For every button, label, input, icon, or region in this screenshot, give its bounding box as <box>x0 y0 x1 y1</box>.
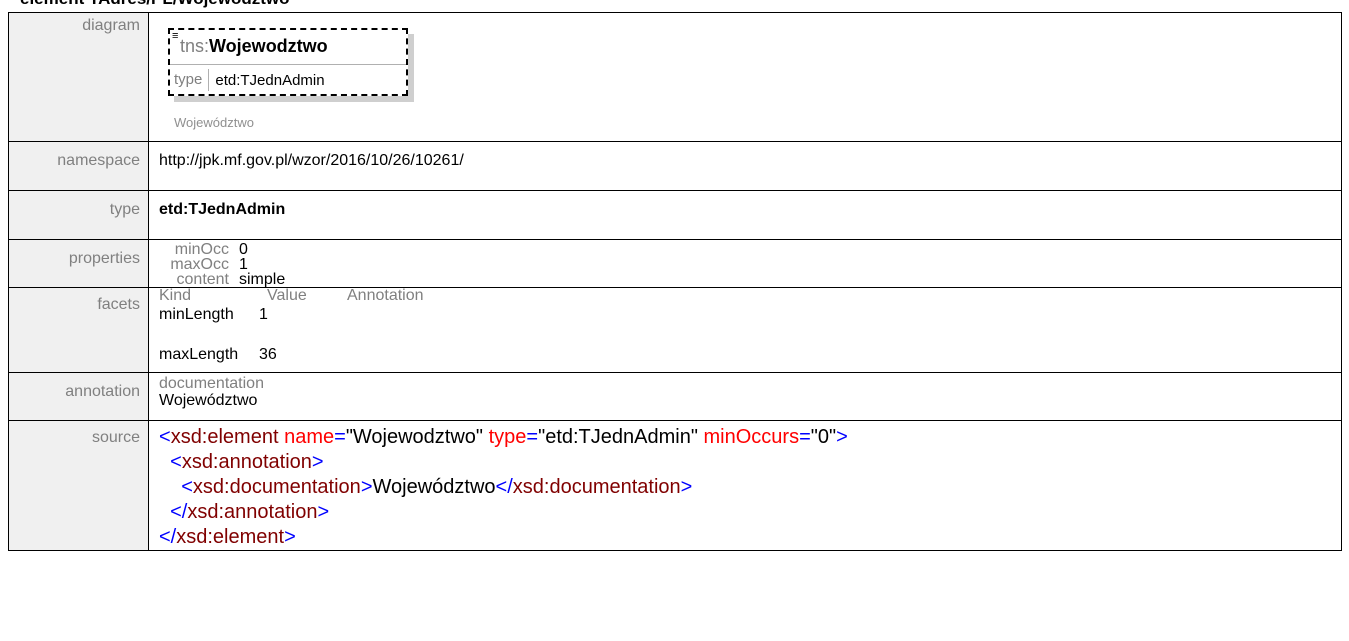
src-bracket: < <box>159 426 171 448</box>
src-tag: xsd:documentation <box>192 476 361 498</box>
property-value: 0 <box>239 241 248 258</box>
namespace-row: namespace http://jpk.mf.gov.pl/wzor/2016… <box>8 141 1342 191</box>
property-key: minOcc <box>174 241 229 258</box>
facet-value: 36 <box>259 346 277 363</box>
src-tag: xsd:element <box>176 526 285 548</box>
src-tag: xsd:annotation <box>187 501 318 523</box>
facets-header-kind: Kind <box>159 287 192 304</box>
property-value: 1 <box>239 256 248 273</box>
namespace-label: namespace <box>8 141 149 191</box>
annotation-label: annotation <box>8 372 149 421</box>
diagram-caption: Województwo <box>174 115 254 130</box>
facets-row: facets Kind Value Annotation minLength 1… <box>8 287 1342 373</box>
annotation-cell: documentation Województwo <box>148 372 1342 421</box>
src-bracket: > <box>311 451 324 473</box>
facets-header: Kind Value Annotation <box>159 288 1341 304</box>
annotation-row: annotation documentation Województwo <box>8 372 1342 421</box>
src-bracket: </ <box>159 526 177 548</box>
src-bracket: > <box>317 501 330 523</box>
type-value: etd:TJednAdmin <box>148 190 1342 240</box>
page-title: element TAdres/PL/Wojewodztwo <box>20 0 290 9</box>
properties-cell: minOcc 0 maxOcc 1 content simple <box>148 239 1342 288</box>
property-value: simple <box>239 271 286 288</box>
source-code: <xsd:element name="Wojewodztwo" type="et… <box>159 421 1341 550</box>
src-bracket: > <box>284 526 296 548</box>
properties-label: properties <box>8 239 149 288</box>
property-key: content <box>176 271 229 288</box>
src-bracket: > <box>360 476 373 498</box>
source-row: source <xsd:element name="Wojewodztwo" t… <box>8 420 1342 551</box>
facet-value: 1 <box>259 306 268 323</box>
src-bracket: < <box>170 451 182 473</box>
element-box[interactable]: ≡ tns:Wojewodztwo type etd:TJednAdmin <box>168 28 408 96</box>
facets-label: facets <box>8 287 149 373</box>
element-type-value: etd:TJednAdmin <box>215 71 325 89</box>
src-bracket: </ <box>170 501 188 523</box>
src-bracket: > <box>836 426 848 448</box>
src-bracket: < <box>181 476 193 498</box>
properties-row: properties minOcc 0 maxOcc 1 content sim… <box>8 239 1342 288</box>
facet-kind: maxLength <box>159 346 239 363</box>
src-eq: = <box>799 426 811 448</box>
facets-header-value: Value <box>267 287 307 304</box>
type-row: type etd:TJednAdmin <box>8 190 1342 240</box>
facet-kind: minLength <box>159 306 234 323</box>
list-icon: ≡ <box>172 30 179 42</box>
element-type-label: type <box>170 69 210 91</box>
src-attr: minOccurs <box>703 426 800 448</box>
src-text: Województwo <box>372 476 496 498</box>
annotation-doc-text: Województwo <box>159 392 258 409</box>
source-label: source <box>8 420 149 551</box>
facet-row: maxLength 36 <box>159 346 1341 364</box>
facet-row: minLength 1 <box>159 306 1341 324</box>
diagram-label: diagram <box>8 12 149 142</box>
properties-grid: minOcc 0 maxOcc 1 content simple <box>159 241 1341 288</box>
src-tag: xsd:element <box>170 426 279 448</box>
source-cell: <xsd:element name="Wojewodztwo" type="et… <box>148 420 1342 551</box>
src-attr: type <box>488 426 527 448</box>
element-prefix: tns: <box>180 36 210 56</box>
element-local-name: Wojewodztwo <box>209 36 328 56</box>
src-tag: xsd:annotation <box>181 451 312 473</box>
type-label: type <box>8 190 149 240</box>
src-eq: = <box>526 426 539 448</box>
facets-header-annotation: Annotation <box>347 287 424 304</box>
facets-cell: Kind Value Annotation minLength 1 maxLen… <box>148 287 1342 373</box>
namespace-value: http://jpk.mf.gov.pl/wzor/2016/10/26/102… <box>148 141 1342 191</box>
property-key: maxOcc <box>170 256 229 273</box>
src-bracket: </ <box>495 476 513 498</box>
annotation-doc-label: documentation <box>159 375 264 392</box>
element-name: tns:Wojewodztwo <box>180 36 328 57</box>
element-type-row: type etd:TJednAdmin <box>170 64 406 95</box>
src-attr-value: "Wojewodztwo" <box>345 426 484 448</box>
src-eq: = <box>334 426 346 448</box>
src-tag: xsd:documentation <box>512 476 681 498</box>
src-attr: name <box>284 426 335 448</box>
src-attr-value: "etd:TJednAdmin" <box>538 426 698 448</box>
src-bracket: > <box>680 476 693 498</box>
src-attr-value: "0" <box>810 426 837 448</box>
